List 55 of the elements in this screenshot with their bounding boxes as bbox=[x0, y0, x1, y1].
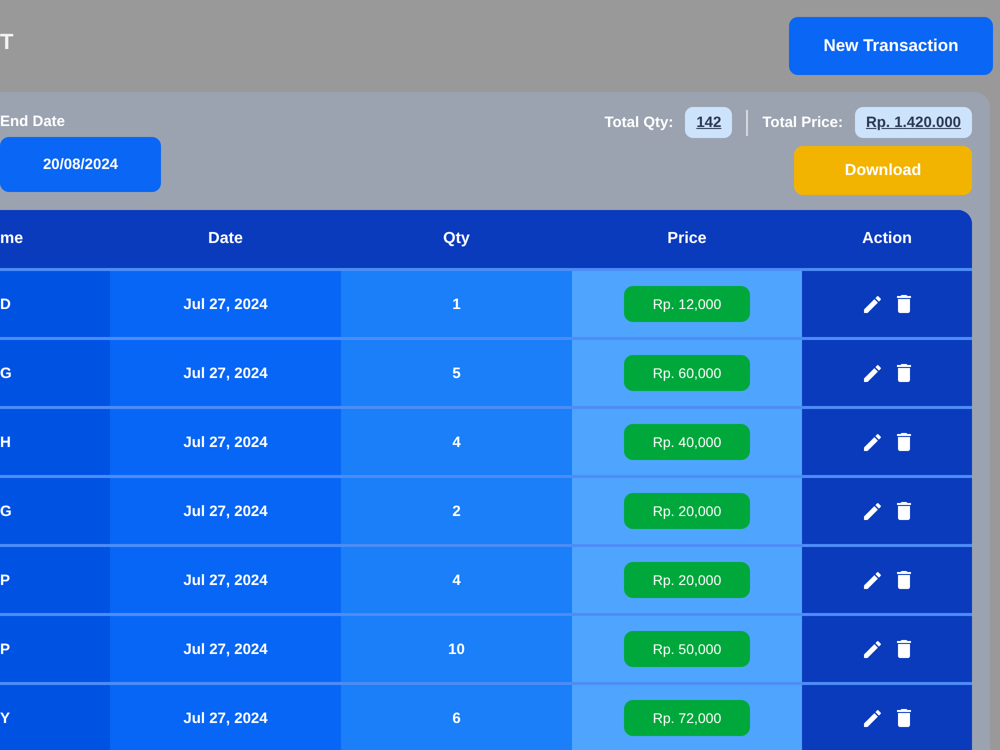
new-transaction-button[interactable]: New Transaction bbox=[789, 17, 993, 75]
trash-icon[interactable] bbox=[896, 295, 910, 313]
column-header: me bbox=[0, 230, 24, 248]
price-badge: Rp. 60,000 bbox=[624, 355, 750, 391]
table-cell-text: G bbox=[0, 364, 12, 382]
trash-icon[interactable] bbox=[896, 640, 910, 658]
price-badge: Rp. 20,000 bbox=[624, 562, 750, 598]
table-cell-text: Y bbox=[0, 710, 10, 726]
price-badge: Rp. 72,000 bbox=[624, 700, 750, 736]
column-header: Date bbox=[208, 230, 243, 248]
trash-icon[interactable] bbox=[896, 502, 910, 520]
column-header: Action bbox=[862, 230, 912, 248]
table-cell-text: D bbox=[0, 296, 11, 312]
total-price-label: Total Price: bbox=[762, 114, 843, 131]
table-cell-text: 6 bbox=[452, 710, 461, 726]
trash-icon[interactable] bbox=[896, 709, 910, 727]
table-cell-text: Jul 27, 2024 bbox=[183, 572, 268, 588]
table-cell-text: P bbox=[0, 640, 10, 658]
total-qty-value: 142 bbox=[685, 107, 732, 138]
price-badge: Rp. 40,000 bbox=[624, 424, 750, 460]
total-price-value: Rp. 1.420.000 bbox=[854, 107, 972, 138]
column-header: Price bbox=[667, 230, 707, 248]
pencil-icon[interactable] bbox=[864, 640, 880, 658]
price-badge: Rp. 20,000 bbox=[624, 493, 750, 529]
trash-icon[interactable] bbox=[896, 433, 910, 451]
table-cell-text: 4 bbox=[452, 434, 461, 450]
table-cell-text: Jul 27, 2024 bbox=[183, 640, 268, 658]
end-date-field[interactable]: 20/08/2024 bbox=[0, 137, 161, 192]
column-header: Qty bbox=[443, 230, 470, 248]
table-cell-text: 5 bbox=[452, 364, 461, 382]
table-cell-text: P bbox=[0, 572, 10, 588]
table-cell-text: Jul 27, 2024 bbox=[183, 364, 268, 382]
pencil-icon[interactable] bbox=[864, 502, 880, 520]
price-badge: Rp. 50,000 bbox=[624, 631, 750, 667]
pencil-icon[interactable] bbox=[864, 572, 880, 588]
total-qty-label: Total Qty: bbox=[604, 114, 674, 131]
trash-icon[interactable] bbox=[896, 364, 910, 382]
page-title: T bbox=[0, 29, 14, 55]
table-cell-text: 4 bbox=[452, 572, 461, 588]
trash-icon[interactable] bbox=[896, 571, 910, 589]
pencil-icon[interactable] bbox=[864, 434, 880, 450]
table-cell-text: 10 bbox=[448, 640, 465, 658]
table-cell-text: H bbox=[0, 434, 11, 450]
table-cell-text: Jul 27, 2024 bbox=[183, 710, 268, 726]
pencil-icon[interactable] bbox=[864, 710, 880, 726]
table-cell-text: Jul 27, 2024 bbox=[183, 296, 268, 312]
table-cell-text: 2 bbox=[452, 502, 461, 520]
table-cell-text: G bbox=[0, 502, 12, 520]
end-date-label: End Date bbox=[0, 113, 66, 131]
table-cell-text: Jul 27, 2024 bbox=[183, 502, 268, 520]
table-cell-text: Jul 27, 2024 bbox=[183, 434, 268, 450]
table-cell-text: 1 bbox=[452, 296, 461, 312]
price-badge: Rp. 12,000 bbox=[624, 286, 750, 322]
pencil-icon[interactable] bbox=[864, 296, 880, 312]
pencil-icon[interactable] bbox=[864, 364, 880, 382]
